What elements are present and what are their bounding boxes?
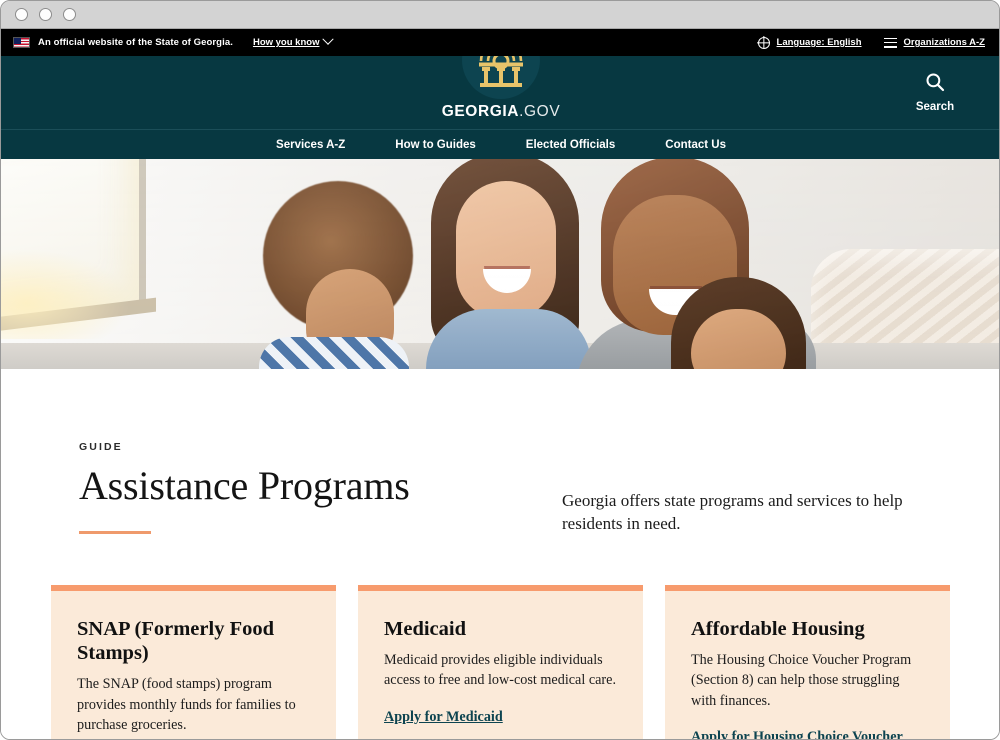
chevron-down-icon: [322, 33, 335, 46]
card-title: Affordable Housing: [691, 618, 865, 640]
maximize-button[interactable]: [63, 8, 76, 21]
globe-icon: [757, 36, 770, 49]
primary-navigation: Services A-Z How to Guides Elected Offic…: [1, 129, 999, 159]
hero-image: [1, 159, 999, 369]
nav-item-contact-us[interactable]: Contact Us: [657, 139, 734, 151]
how-you-know-link[interactable]: How you know: [252, 33, 335, 48]
logo-suffix: .GOV: [519, 103, 561, 120]
hero-overlay: [1, 159, 999, 369]
program-card-medicaid: Medicaid Medicaid provides eligible indi…: [358, 585, 643, 739]
nav-item-how-to-guides[interactable]: How to Guides: [387, 139, 484, 151]
page-title-group: GUIDE Assistance Programs: [79, 441, 534, 534]
program-card-affordable-housing: Affordable Housing The Housing Choice Vo…: [665, 585, 950, 739]
program-card-snap: SNAP (Formerly Food Stamps) The SNAP (fo…: [51, 585, 336, 739]
banner-left-group: An official website of the State of Geor…: [13, 33, 335, 48]
search-label: Search: [915, 101, 955, 113]
hero-photo: [1, 159, 999, 369]
language-label: Language: English: [776, 37, 862, 48]
official-government-banner: An official website of the State of Geor…: [1, 29, 999, 56]
site-header: GEORGIA.GOV Search: [1, 29, 999, 129]
nav-item-services-az[interactable]: Services A-Z: [268, 139, 353, 151]
title-accent-rule: [79, 531, 151, 534]
close-button[interactable]: [15, 8, 28, 21]
language-selector[interactable]: Language: English: [757, 36, 862, 49]
logo-name: GEORGIA: [441, 103, 520, 120]
georgia-state-flag-icon: [13, 37, 30, 48]
window-titlebar: [1, 1, 999, 29]
page-header-panel: GUIDE Assistance Programs Georgia offers…: [51, 409, 949, 566]
organizations-label: Organizations A-Z: [903, 37, 985, 48]
page-lede: Georgia offers state programs and servic…: [562, 491, 903, 534]
list-icon: [883, 37, 897, 48]
how-you-know-label: How you know: [252, 37, 320, 48]
card-description: The Housing Choice Voucher Program (Sect…: [691, 652, 912, 709]
search-icon: [926, 73, 945, 92]
content-type-eyebrow: GUIDE: [79, 441, 123, 453]
nav-item-elected-officials[interactable]: Elected Officials: [518, 139, 623, 151]
card-description: Medicaid provides eligible individuals a…: [384, 652, 617, 689]
card-link-apply-medicaid[interactable]: Apply for Medicaid: [384, 707, 619, 727]
organizations-az-link[interactable]: Organizations A-Z: [883, 37, 985, 48]
page-title: Assistance Programs: [79, 463, 410, 508]
browser-window: An official website of the State of Geor…: [0, 0, 1000, 740]
official-site-text: An official website of the State of Geor…: [38, 37, 233, 48]
page-viewport: An official website of the State of Geor…: [1, 29, 999, 739]
page-header-row: GUIDE Assistance Programs Georgia offers…: [79, 441, 909, 535]
logo-wordmark: GEORGIA.GOV: [426, 103, 576, 121]
minimize-button[interactable]: [39, 8, 52, 21]
card-description: The SNAP (food stamps) program provides …: [77, 676, 296, 733]
card-link-renew-medicaid[interactable]: Renew Medicaid Benefits: [384, 736, 619, 739]
card-title: Medicaid: [384, 618, 466, 640]
card-title: SNAP (Formerly Food Stamps): [77, 618, 274, 665]
banner-right-group: Language: English Organizations A-Z: [757, 36, 985, 49]
card-link-apply-housing-voucher[interactable]: Apply for Housing Choice Voucher Program: [691, 727, 926, 739]
search-button[interactable]: Search: [905, 72, 965, 113]
program-card-list: SNAP (Formerly Food Stamps) The SNAP (fo…: [51, 585, 951, 739]
page-lede-group: Georgia offers state programs and servic…: [534, 441, 909, 535]
